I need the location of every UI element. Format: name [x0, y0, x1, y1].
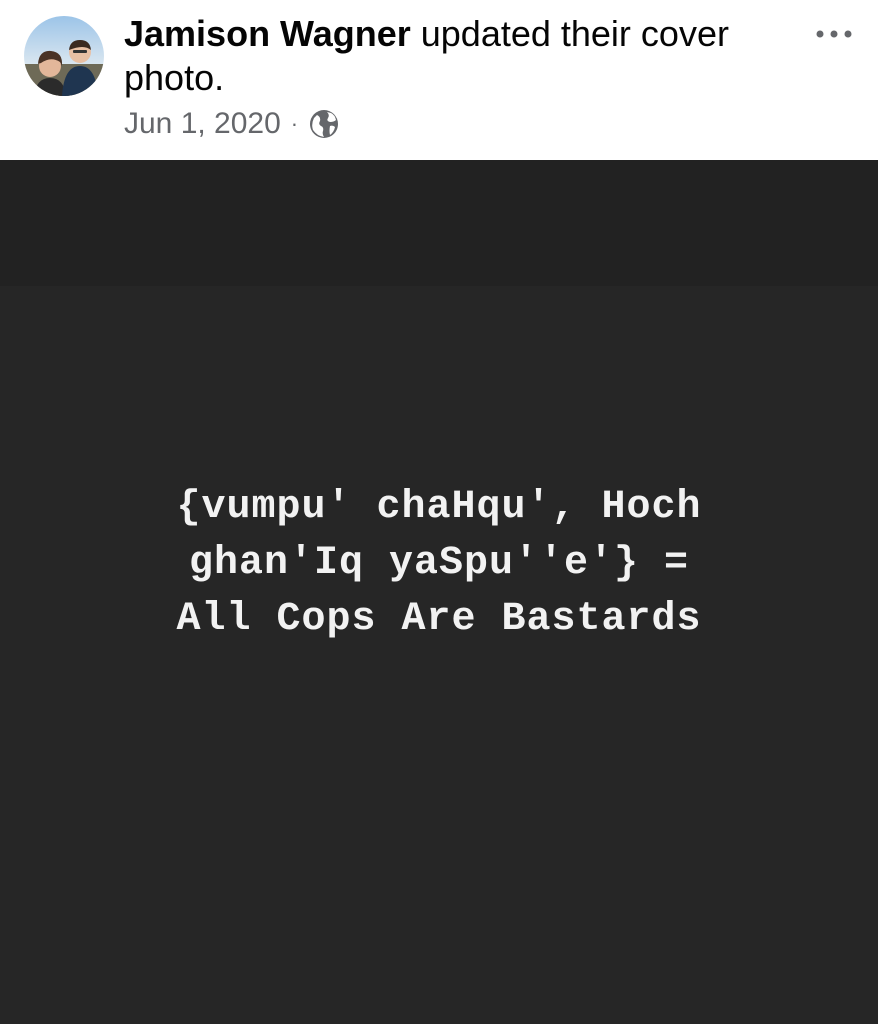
cover-photo-image[interactable]: {vumpu' chaHqu', Hoch ghan'Iq yaSpu''e'} … [0, 160, 878, 1024]
author-avatar[interactable] [24, 16, 104, 96]
avatar-photo [24, 16, 104, 96]
more-options-button[interactable] [806, 14, 862, 54]
cover-text-line: All Cops Are Bastards [176, 597, 702, 642]
meta-separator: · [290, 111, 299, 136]
more-options-icon [816, 30, 852, 38]
post-header: Jamison Wagner updated their cover photo… [0, 0, 878, 160]
cover-text-line: {vumpu' chaHqu', Hoch [176, 485, 702, 530]
post-meta: Jun 1, 2020 · [124, 104, 340, 144]
author-name-link[interactable]: Jamison Wagner [124, 13, 411, 54]
cover-text-line: ghan'Iq yaSpu''e'} = [188, 541, 690, 586]
globe-icon[interactable] [308, 108, 340, 140]
cover-photo-text: {vumpu' chaHqu', Hoch ghan'Iq yaSpu''e'} … [0, 480, 878, 648]
post-timestamp[interactable]: Jun 1, 2020 [124, 107, 281, 141]
post-headline: Jamison Wagner updated their cover photo… [124, 12, 784, 100]
cover-photo-top-band [0, 160, 878, 286]
cover-photo-post: Jamison Wagner updated their cover photo… [0, 0, 878, 1024]
